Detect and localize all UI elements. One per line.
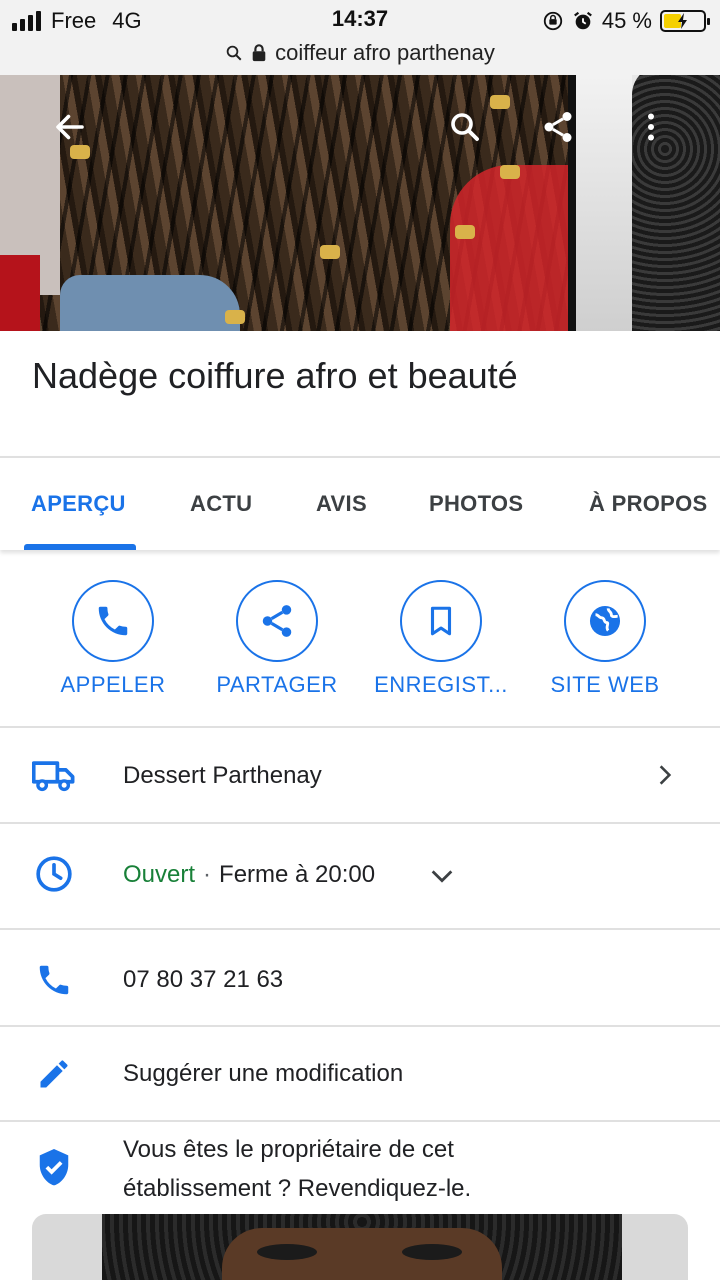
rotation-lock-icon (543, 11, 563, 31)
truck-icon (30, 751, 78, 799)
chevron-down-icon[interactable] (428, 862, 456, 890)
maps-place-page: Free 4G 14:37 45 % coiffeur afro parthen… (0, 0, 720, 1280)
battery-icon (660, 10, 710, 32)
phone-icon (98, 606, 128, 636)
bookmark-icon (430, 606, 452, 636)
tab-about[interactable]: À PROPOS (589, 458, 708, 550)
more-options-button[interactable] (627, 103, 675, 151)
share-button-circle[interactable] (236, 580, 318, 662)
suggest-edit-text: Suggérer une modification (123, 1060, 404, 1087)
claim-text-line1: Vous êtes le propriétaire de cet (123, 1136, 454, 1163)
place-title: Nadège coiffure afro et beauté (32, 355, 518, 396)
closing-time: Ferme à 20:00 (219, 861, 376, 888)
search-icon (226, 45, 242, 61)
alarm-icon (573, 11, 592, 30)
save-button-circle[interactable] (400, 580, 482, 662)
hours-separator: · (203, 861, 212, 888)
share-action-button[interactable]: PARTAGER (192, 580, 362, 698)
website-button[interactable]: SITE WEB (520, 580, 690, 698)
delivery-text: Dessert Parthenay (123, 762, 322, 789)
back-button[interactable] (46, 103, 94, 151)
more-vert-icon (648, 113, 654, 141)
share-icon (544, 112, 572, 142)
open-status: Ouvert (123, 861, 196, 888)
tab-reviews[interactable]: AVIS (316, 458, 367, 550)
claim-text-line2: établissement ? Revendiquez-le. (123, 1175, 472, 1202)
url-text: coiffeur afro parthenay (275, 40, 495, 65)
tab-bar: APERÇU ACTU AVIS PHOTOS À PROPOS (0, 456, 720, 550)
globe-icon (589, 605, 621, 637)
phone-number: 07 80 37 21 63 (123, 966, 284, 993)
arrow-back-icon (56, 114, 84, 140)
chevron-right-icon (659, 765, 672, 785)
tab-news[interactable]: ACTU (190, 458, 252, 550)
phone-row[interactable]: 07 80 37 21 63 (0, 930, 720, 1026)
battery-percent: 45 % (601, 8, 652, 33)
share-label: PARTAGER (216, 672, 338, 697)
verified-shield-icon (30, 1144, 78, 1192)
action-buttons: APPELER PARTAGER ENREGIST... SITE WEB (0, 560, 720, 726)
suggest-edit-row[interactable]: Suggérer une modification (0, 1027, 720, 1121)
website-label: SITE WEB (550, 672, 660, 697)
phone-icon (30, 956, 78, 1004)
claim-business-row[interactable]: Vous êtes le propriétaire de cet établis… (0, 1122, 720, 1212)
status-right: 45 % (542, 6, 710, 36)
tab-overview[interactable]: APERÇU (31, 458, 126, 550)
search-icon (451, 113, 479, 141)
status-bar: Free 4G 14:37 45 % coiffeur afro parthen… (0, 0, 720, 75)
share-button[interactable] (534, 103, 582, 151)
photo-header[interactable] (0, 75, 720, 331)
call-button-circle[interactable] (72, 580, 154, 662)
call-button[interactable]: APPELER (28, 580, 198, 698)
save-label: ENREGIST... (374, 672, 508, 697)
clock-icon (30, 850, 78, 898)
hours-text: Ouvert · Ferme à 20:00 (123, 861, 375, 889)
url-bar[interactable]: coiffeur afro parthenay (0, 38, 720, 68)
photo-preview-card[interactable] (32, 1214, 688, 1280)
search-button[interactable] (441, 103, 489, 151)
lock-icon (252, 44, 266, 62)
share-icon (262, 605, 292, 637)
hours-row[interactable]: Ouvert · Ferme à 20:00 (0, 824, 720, 928)
active-tab-indicator (24, 544, 136, 550)
call-label: APPELER (60, 672, 166, 697)
save-button[interactable]: ENREGIST... (356, 580, 526, 698)
website-button-circle[interactable] (564, 580, 646, 662)
tab-photos[interactable]: PHOTOS (429, 458, 523, 550)
delivery-row[interactable]: Dessert Parthenay (0, 728, 720, 822)
pencil-icon (30, 1050, 78, 1098)
